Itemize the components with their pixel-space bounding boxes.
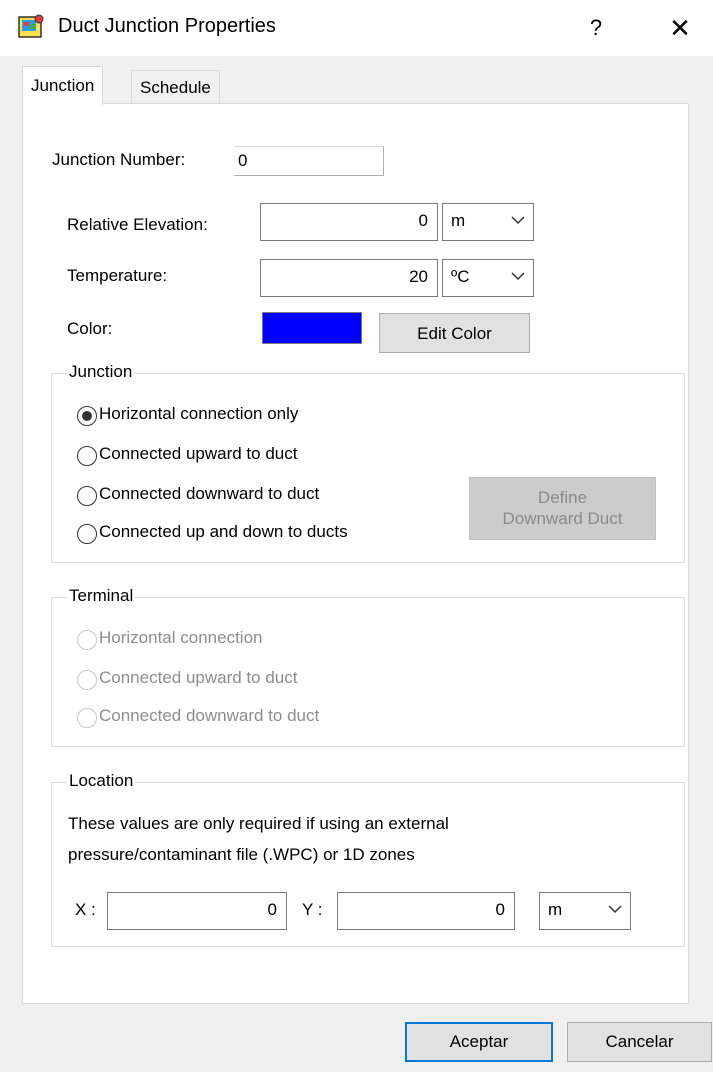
- chevron-down-icon: [511, 272, 525, 281]
- x-coordinate-input[interactable]: 0: [107, 892, 287, 930]
- edit-color-button[interactable]: Edit Color: [379, 313, 530, 353]
- tab-junction[interactable]: Junction: [22, 66, 104, 105]
- option-connected-up-and-down-label[interactable]: Connected up and down to ducts: [99, 522, 348, 542]
- cancel-button[interactable]: Cancelar: [567, 1022, 712, 1062]
- junction-group-title: Junction: [67, 362, 135, 382]
- y-coordinate-input[interactable]: 0: [337, 892, 515, 930]
- terminal-upward-label: Connected upward to duct: [99, 668, 298, 687]
- location-unit-select[interactable]: m: [539, 892, 631, 930]
- close-button[interactable]: ✕: [660, 10, 700, 46]
- radio-connected-downward[interactable]: [77, 486, 97, 506]
- option-connected-upward-label[interactable]: Connected upward to duct: [99, 444, 297, 464]
- radio-terminal-downward: [77, 708, 97, 728]
- radio-connected-upward[interactable]: [77, 446, 97, 466]
- temperature-input[interactable]: 20: [260, 259, 438, 297]
- terminal-group-title: Terminal: [67, 586, 136, 606]
- relative-elevation-label: Relative Elevation:: [67, 215, 208, 234]
- chevron-down-icon: [608, 905, 622, 914]
- terminal-horizontal-label: Horizontal connection: [99, 628, 263, 647]
- location-note-line-2: pressure/contaminant file (.WPC) or 1D z…: [68, 845, 415, 864]
- relative-elevation-input[interactable]: 0: [260, 203, 438, 241]
- option-horizontal-connection-only-label[interactable]: Horizontal connection only: [99, 404, 298, 424]
- x-label: X :: [75, 900, 96, 919]
- option-connected-downward-label[interactable]: Connected downward to duct: [99, 484, 319, 504]
- y-label: Y :: [302, 900, 323, 919]
- app-icon: [18, 14, 44, 38]
- radio-terminal-horizontal: [77, 630, 97, 650]
- color-label: Color:: [67, 319, 113, 338]
- temperature-unit-select[interactable]: ºC: [442, 259, 534, 297]
- temperature-label: Temperature:: [67, 266, 168, 285]
- location-group-title: Location: [67, 771, 136, 791]
- radio-terminal-upward: [77, 670, 97, 690]
- location-note-line-1: These values are only required if using …: [68, 814, 449, 833]
- define-downward-duct-button: Define Downward Duct: [469, 477, 656, 540]
- elevation-unit-select[interactable]: m: [442, 203, 534, 241]
- terminal-downward-label: Connected downward to duct: [99, 706, 320, 725]
- chevron-down-icon: [511, 216, 525, 225]
- color-swatch: [262, 312, 362, 344]
- radio-connected-up-and-down[interactable]: [77, 524, 97, 544]
- radio-horizontal-connection-only[interactable]: [77, 406, 97, 426]
- window-title: Duct Junction Properties: [58, 15, 276, 37]
- junction-number-field[interactable]: 0: [234, 146, 384, 176]
- junction-number-label: Junction Number:: [52, 150, 186, 169]
- ok-button[interactable]: Aceptar: [405, 1022, 553, 1062]
- help-button[interactable]: ?: [578, 12, 614, 44]
- tab-schedule[interactable]: Schedule: [131, 70, 220, 105]
